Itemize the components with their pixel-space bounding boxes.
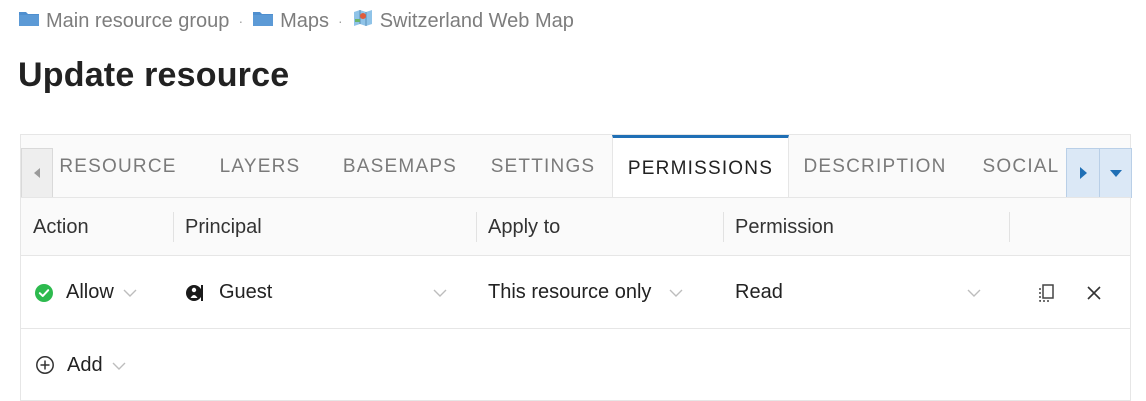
add-permission-button[interactable]: Add <box>35 329 126 401</box>
table-header: Action Principal Apply to Permission <box>21 198 1130 256</box>
chevron-down-icon <box>433 281 447 304</box>
column-header-action: Action <box>33 215 89 238</box>
folder-icon <box>252 9 274 33</box>
action-select[interactable]: Allow <box>35 256 137 329</box>
apply-to-value: This resource only <box>488 281 652 303</box>
caret-left-icon <box>34 168 40 178</box>
action-value: Allow <box>66 281 114 303</box>
principal-select[interactable]: Guest <box>185 256 447 329</box>
tab-resource[interactable]: RESOURCE <box>57 135 179 199</box>
breadcrumb-item-maps[interactable]: Maps <box>252 9 329 33</box>
tab-scroll-right-button[interactable] <box>1066 148 1100 198</box>
tab-settings[interactable]: SETTINGS <box>483 135 603 199</box>
permission-value: Read <box>735 281 783 303</box>
user-icon <box>186 284 203 301</box>
folder-icon <box>18 9 40 33</box>
page-title: Update resource <box>18 56 290 94</box>
caret-down-icon <box>1109 170 1122 177</box>
column-header-apply-to: Apply to <box>488 215 561 238</box>
tab-description[interactable]: DESCRIPTION <box>797 135 953 199</box>
permissions-table: Action Principal Apply to Permission All… <box>20 197 1131 401</box>
breadcrumb: Main resource group · Maps · Switzerland… <box>18 8 574 34</box>
caret-right-icon <box>1080 167 1087 179</box>
column-divider <box>1009 212 1010 242</box>
add-label: Add <box>67 353 103 376</box>
close-icon <box>1087 285 1101 300</box>
add-row: Add <box>21 329 1130 401</box>
column-divider <box>173 212 174 242</box>
tab-social[interactable]: SOCIAL <box>976 135 1066 199</box>
chevron-down-icon <box>123 281 137 304</box>
tab-overflow-menu-button[interactable] <box>1100 148 1132 198</box>
tab-bar: RESOURCE LAYERS BASEMAPS SETTINGS PERMIS… <box>20 134 1132 199</box>
breadcrumb-item-switzerland-web-map[interactable]: Switzerland Web Map <box>352 8 574 34</box>
principal-value: Guest <box>219 281 273 303</box>
breadcrumb-separator: · <box>238 13 244 29</box>
column-divider <box>476 212 477 242</box>
chevron-down-icon <box>112 354 126 377</box>
breadcrumb-item-main-resource-group[interactable]: Main resource group <box>18 9 229 33</box>
permission-select[interactable]: Read <box>735 256 981 329</box>
remove-row-button[interactable] <box>1086 256 1102 329</box>
chevron-down-icon <box>967 281 981 304</box>
tab-scroll-left-button[interactable] <box>21 148 53 198</box>
duplicate-row-button[interactable] <box>1038 256 1056 329</box>
copy-icon <box>1039 283 1054 302</box>
column-divider <box>723 212 724 242</box>
table-row: Allow Guest This resource only Read <box>21 256 1130 329</box>
tab-permissions[interactable]: PERMISSIONS <box>612 135 789 199</box>
column-header-principal: Principal <box>185 215 262 238</box>
column-header-permission: Permission <box>735 215 834 238</box>
check-circle-icon <box>35 283 53 302</box>
chevron-down-icon <box>669 281 683 304</box>
web-map-icon <box>352 8 374 34</box>
tab-layers[interactable]: LAYERS <box>205 135 315 199</box>
add-circle-icon <box>36 356 54 374</box>
tab-basemaps[interactable]: BASEMAPS <box>335 135 465 199</box>
apply-to-select[interactable]: This resource only <box>488 256 683 329</box>
breadcrumb-separator: · <box>338 13 343 29</box>
